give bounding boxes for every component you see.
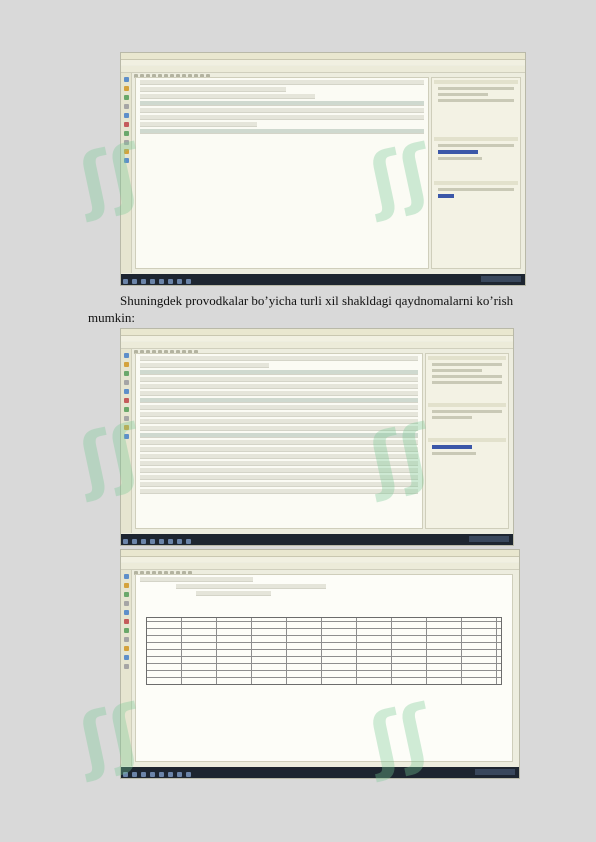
statement-grid <box>146 617 502 685</box>
report-content <box>135 77 429 269</box>
taskbar <box>121 534 513 545</box>
paragraph-text: Shuningdek provodkalar bo’yicha turli xi… <box>88 293 514 325</box>
toolbar <box>121 66 525 78</box>
window-titlebar <box>121 550 519 557</box>
window-titlebar <box>121 329 513 336</box>
settings-panel <box>425 353 509 529</box>
toolbar <box>121 563 519 575</box>
toolbar <box>121 342 513 354</box>
menu-bar <box>121 336 513 348</box>
menu-bar <box>121 557 519 569</box>
left-icon-bar <box>121 73 132 273</box>
statement-content <box>135 574 513 762</box>
screenshot-statement-window <box>120 549 520 779</box>
screenshot-report-window <box>120 52 526 286</box>
left-icon-bar <box>121 349 132 533</box>
screenshot-ledger-window <box>120 328 514 546</box>
document-page: Shuningdek provodkalar bo’yicha turli xi… <box>0 0 596 842</box>
ledger-content <box>135 353 423 529</box>
left-icon-bar <box>121 570 132 766</box>
menu-bar <box>121 60 525 72</box>
taskbar <box>121 274 525 285</box>
taskbar <box>121 767 519 778</box>
window-titlebar <box>121 53 525 60</box>
body-paragraph: Shuningdek provodkalar bo’yicha turli xi… <box>88 292 548 326</box>
settings-panel <box>431 77 521 269</box>
